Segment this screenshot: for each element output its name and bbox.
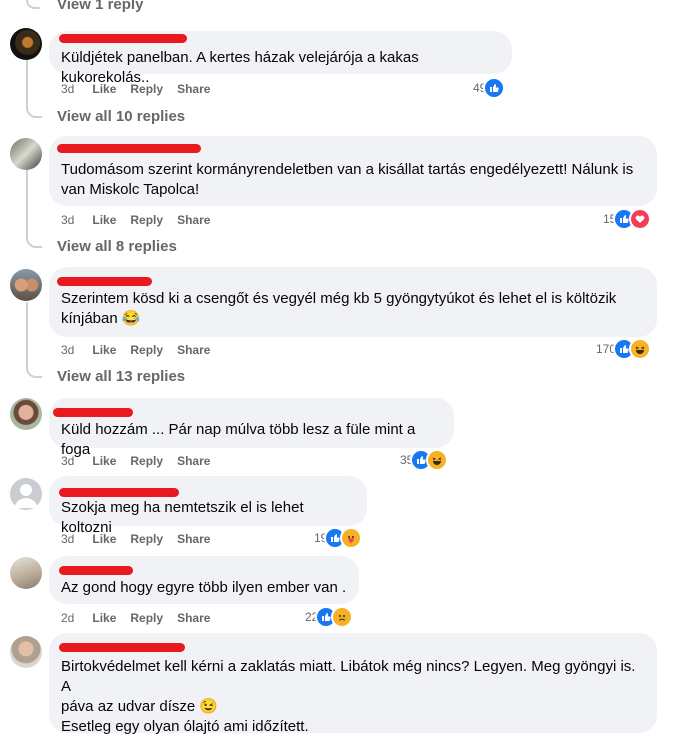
comment-text: Az gond hogy egyre több ilyen ember van … bbox=[61, 579, 347, 596]
comment-bubble: Tudomásom szerint kormányrendeletben van… bbox=[49, 136, 657, 206]
redacted-author-name[interactable] bbox=[59, 643, 185, 652]
share-button[interactable]: Share bbox=[177, 532, 210, 546]
avatar[interactable] bbox=[10, 28, 42, 60]
haha-icon bbox=[629, 338, 652, 360]
comment-text-line: páva az udvar dísze 😉 bbox=[61, 698, 219, 715]
reply-button[interactable]: Reply bbox=[130, 213, 163, 227]
comment-bubble: Szerintem kösd ki a csengőt és vegyél mé… bbox=[49, 267, 657, 337]
comment-text-line: Birtokvédelmet kell kérni a zaklatás mia… bbox=[61, 658, 636, 695]
thread-line bbox=[26, 170, 28, 240]
redacted-author-name[interactable] bbox=[57, 277, 152, 286]
like-icon bbox=[483, 77, 506, 99]
comment-time[interactable]: 3d bbox=[61, 82, 74, 96]
comment-text-line: Esetleg egy olyan ólajtó ami időzített. bbox=[61, 718, 309, 735]
comment-bubble: Szokja meg ha nemtetszik el is lehet kol… bbox=[49, 476, 367, 536]
share-button[interactable]: Share bbox=[177, 343, 210, 357]
share-button[interactable]: Share bbox=[177, 213, 210, 227]
reaction-summary[interactable]: 170 bbox=[596, 338, 652, 360]
redacted-author-name[interactable] bbox=[59, 34, 187, 43]
reply-button[interactable]: Reply bbox=[130, 82, 163, 96]
comment-time[interactable]: 3d bbox=[61, 454, 74, 468]
avatar[interactable] bbox=[10, 557, 42, 589]
thread-connector bbox=[26, 362, 42, 378]
reaction-summary[interactable]: 19 bbox=[314, 527, 363, 549]
thread-line bbox=[26, 302, 28, 370]
reply-button[interactable]: Reply bbox=[130, 343, 163, 357]
comment-actions: 2d Like Reply Share bbox=[61, 610, 224, 626]
comment-bubble: Birtokvédelmet kell kérni a zaklatás mia… bbox=[49, 633, 657, 735]
redacted-author-name[interactable] bbox=[59, 488, 179, 497]
comment-bubble: Küld hozzám ... Pár nap múlva több lesz … bbox=[49, 398, 454, 458]
avatar[interactable] bbox=[10, 636, 42, 668]
like-button[interactable]: Like bbox=[92, 82, 116, 96]
comment-time[interactable]: 3d bbox=[61, 343, 74, 357]
comment-actions: 3d Like Reply Share bbox=[61, 453, 224, 469]
redacted-author-name[interactable] bbox=[59, 566, 133, 575]
reaction-summary[interactable]: 22 bbox=[305, 606, 354, 628]
comment-actions: 3d Like Reply Share bbox=[61, 81, 224, 97]
reaction-summary[interactable]: 49 bbox=[473, 77, 506, 99]
view-replies-link[interactable]: View 1 reply bbox=[57, 0, 143, 13]
avatar[interactable] bbox=[10, 398, 42, 430]
care-icon bbox=[340, 527, 363, 549]
avatar[interactable] bbox=[10, 138, 42, 170]
default-avatar[interactable] bbox=[10, 478, 42, 510]
share-button[interactable]: Share bbox=[177, 454, 210, 468]
reply-button[interactable]: Reply bbox=[130, 454, 163, 468]
thread-connector bbox=[26, 0, 40, 9]
redacted-author-name[interactable] bbox=[53, 408, 133, 417]
haha-icon bbox=[426, 449, 449, 471]
reaction-summary[interactable]: 35 bbox=[400, 449, 449, 471]
reply-button[interactable]: Reply bbox=[130, 532, 163, 546]
thread-connector bbox=[26, 232, 42, 248]
thread-connector bbox=[26, 100, 42, 118]
comment-actions: 3d Like Reply Share bbox=[61, 212, 224, 228]
person-silhouette-icon bbox=[14, 484, 38, 508]
comment-text: Tudomásom szerint kormányrendeletben van… bbox=[61, 161, 634, 198]
comment-time[interactable]: 3d bbox=[61, 213, 74, 227]
comment-time[interactable]: 2d bbox=[61, 611, 74, 625]
like-button[interactable]: Like bbox=[92, 454, 116, 468]
like-button[interactable]: Like bbox=[92, 611, 116, 625]
like-button[interactable]: Like bbox=[92, 343, 116, 357]
view-replies-link[interactable]: View all 13 replies bbox=[57, 368, 185, 385]
share-button[interactable]: Share bbox=[177, 82, 210, 96]
comment-bubble: Az gond hogy egyre több ilyen ember van … bbox=[49, 556, 359, 604]
comment-actions: 3d Like Reply Share bbox=[61, 342, 224, 358]
view-replies-link[interactable]: View all 10 replies bbox=[57, 108, 185, 125]
like-button[interactable]: Like bbox=[92, 213, 116, 227]
love-icon bbox=[629, 208, 652, 230]
view-replies-link[interactable]: View all 8 replies bbox=[57, 238, 177, 255]
comment-text: Szerintem kösd ki a csengőt és vegyél mé… bbox=[61, 290, 617, 327]
comment-time[interactable]: 3d bbox=[61, 532, 74, 546]
reply-button[interactable]: Reply bbox=[130, 611, 163, 625]
comment-actions: 3d Like Reply Share bbox=[61, 531, 224, 547]
avatar[interactable] bbox=[10, 269, 42, 301]
redacted-author-name[interactable] bbox=[57, 144, 201, 153]
sad-icon bbox=[331, 606, 354, 628]
share-button[interactable]: Share bbox=[177, 611, 210, 625]
reaction-summary[interactable]: 15 bbox=[603, 208, 652, 230]
like-button[interactable]: Like bbox=[92, 532, 116, 546]
comment-bubble: Küldjétek panelban. A kertes házak velej… bbox=[49, 31, 512, 86]
